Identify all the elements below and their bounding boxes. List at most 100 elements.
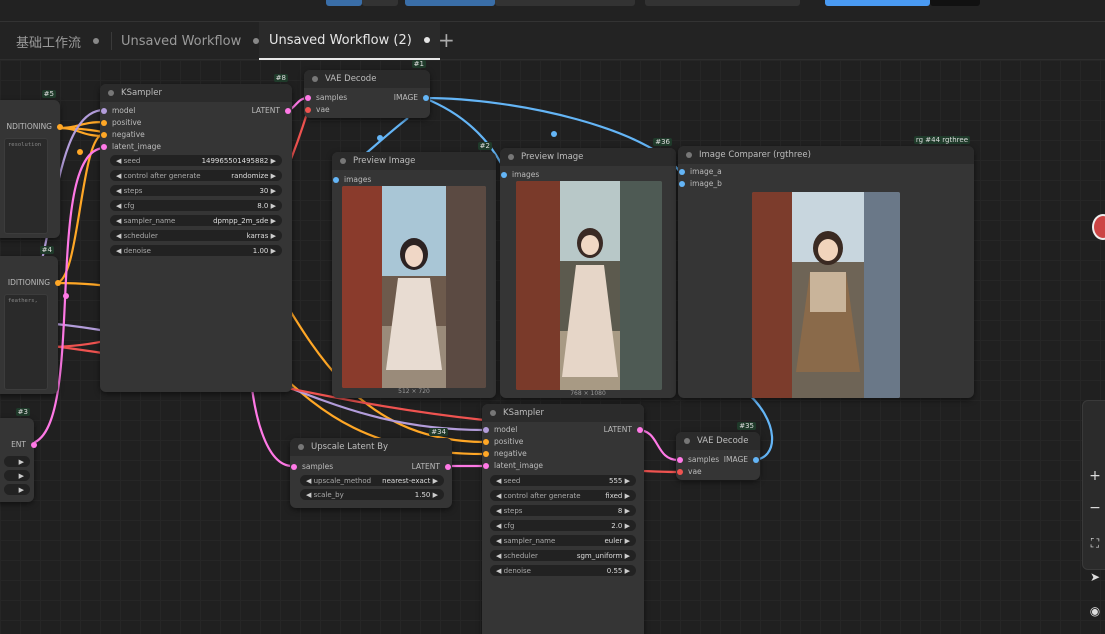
node-title[interactable]: Upscale Latent By	[290, 438, 452, 456]
eye-icon[interactable]: ◉	[1084, 604, 1105, 618]
scale-by-widget[interactable]: ◀ scale_by 1.50 ▶	[300, 489, 444, 500]
scheduler-widget[interactable]: ◀ scheduler karras ▶	[110, 230, 282, 241]
select-arrow-icon[interactable]: ➤	[1084, 570, 1105, 584]
add-tab-icon[interactable]: +	[438, 30, 455, 50]
sampler-name-widget[interactable]: ◀ sampler_name euler ▶	[490, 535, 636, 546]
arrow-right-icon[interactable]: ▶	[271, 202, 276, 210]
node-title[interactable]: KSampler	[100, 84, 292, 102]
node-title[interactable]: Image Comparer (rgthree)	[678, 146, 974, 164]
model-input[interactable]: model	[101, 106, 135, 116]
arrow-right-icon[interactable]: ▶	[271, 247, 276, 255]
samples-input[interactable]: samples	[291, 462, 333, 472]
comparer-image[interactable]	[752, 192, 900, 398]
tab-unsaved-workflow-2[interactable]: Unsaved Workflow (2)	[259, 22, 440, 60]
preview-image-node-2[interactable]: #2 Preview Image images 512 × 720	[332, 142, 496, 398]
arrow-left-icon[interactable]: ◀	[116, 157, 121, 165]
menu-segment[interactable]	[326, 0, 362, 6]
samples-input[interactable]: samples	[305, 93, 347, 103]
node-title[interactable]: Preview Image	[500, 148, 676, 166]
seed-widget[interactable]: ◀ seed 555 ▶	[490, 475, 636, 486]
arrow-right-icon[interactable]: ▶	[271, 172, 276, 180]
arrow-left-icon[interactable]: ◀	[496, 507, 501, 515]
ksampler-node-8[interactable]: #8 KSampler model positive negative late…	[100, 74, 292, 392]
arrow-left-icon[interactable]: ◀	[496, 477, 501, 485]
arrow-left-icon[interactable]: ◀	[116, 232, 121, 240]
clip-text-encode-node-5[interactable]: #5 NDITIONING resolution	[0, 90, 63, 238]
tab-close-dot-icon[interactable]	[423, 37, 430, 43]
node-title[interactable]: KSampler	[482, 404, 644, 422]
arrow-left-icon[interactable]: ◀	[116, 247, 121, 255]
minus-icon[interactable]: −	[1084, 500, 1105, 516]
upscale-latent-by-node-34[interactable]: #34 Upscale Latent By samples LATENT ◀ u…	[290, 428, 452, 508]
steps-widget[interactable]: ◀ steps 30 ▶	[110, 185, 282, 196]
prompt-textarea[interactable]: feathers,	[4, 294, 48, 390]
menu-segment[interactable]	[645, 0, 800, 6]
arrow-right-icon[interactable]: ▶	[433, 491, 438, 499]
conditioning-output[interactable]: IDITIONING	[8, 278, 61, 288]
cfg-widget[interactable]: ◀ cfg 2.0 ▶	[490, 520, 636, 531]
model-input[interactable]: model	[483, 425, 517, 435]
collapse-dot-icon[interactable]	[684, 438, 690, 444]
preview-image-node-36[interactable]: #36 Preview Image images 768 × 1080	[500, 138, 676, 398]
vae-input[interactable]: vae	[305, 105, 330, 115]
plus-icon[interactable]: +	[1084, 468, 1105, 484]
latent-output[interactable]: LATENT	[412, 462, 451, 472]
arrow-left-icon[interactable]: ◀	[496, 537, 501, 545]
arrow-right-icon[interactable]: ▶	[625, 492, 630, 500]
arrow-left-icon[interactable]: ◀	[306, 491, 311, 499]
fit-view-icon[interactable]: ⛶	[1084, 536, 1105, 551]
negative-input[interactable]: negative	[101, 130, 145, 140]
tab-basic-workflow[interactable]: 基础工作流	[6, 22, 109, 60]
prompt-textarea[interactable]: resolution	[4, 138, 48, 234]
latent-image-input[interactable]: latent_image	[101, 142, 161, 152]
image-output[interactable]: IMAGE	[394, 93, 429, 103]
conditioning-output[interactable]: NDITIONING	[6, 122, 63, 132]
arrow-left-icon[interactable]: ◀	[496, 567, 501, 575]
menu-segment[interactable]	[495, 0, 635, 6]
arrow-right-icon[interactable]: ▶	[271, 187, 276, 195]
collapse-dot-icon[interactable]	[108, 90, 114, 96]
cfg-widget[interactable]: ◀ cfg 8.0 ▶	[110, 200, 282, 211]
denoise-widget[interactable]: ◀ denoise 1.00 ▶	[110, 245, 282, 256]
ksampler-node-2nd[interactable]: KSampler model positive negative latent_…	[482, 404, 644, 634]
images-input[interactable]: images	[333, 175, 371, 185]
positive-input[interactable]: positive	[101, 118, 141, 128]
seed-widget[interactable]: ◀ seed 149965501495882 ▶	[110, 155, 282, 166]
collapse-dot-icon[interactable]	[312, 76, 318, 82]
tab-close-dot-icon[interactable]	[93, 38, 100, 44]
arrow-right-icon[interactable]: ▶	[625, 477, 630, 485]
latent-image-input[interactable]: latent_image	[483, 461, 543, 471]
image-comparer-node-44[interactable]: rg #44 rgthree Image Comparer (rgthree) …	[678, 136, 974, 398]
empty-latent-node-3[interactable]: #3 ENT ▶ ▶ ▶	[0, 408, 37, 502]
collapse-dot-icon[interactable]	[298, 444, 304, 450]
arrow-left-icon[interactable]: ◀	[306, 477, 311, 485]
arrow-left-icon[interactable]: ◀	[116, 187, 121, 195]
arrow-right-icon[interactable]: ▶	[625, 552, 630, 560]
image-output[interactable]: IMAGE	[724, 455, 759, 465]
collapse-dot-icon[interactable]	[508, 154, 514, 160]
arrow-right-icon[interactable]: ▶	[433, 477, 438, 485]
arrow-right-icon[interactable]: ▶	[625, 567, 630, 575]
arrow-left-icon[interactable]: ◀	[116, 202, 121, 210]
arrow-left-icon[interactable]: ◀	[116, 217, 121, 225]
samples-input[interactable]: samples	[677, 455, 719, 465]
control-after-generate-widget[interactable]: ◀ control after generate fixed ▶	[490, 490, 636, 501]
vae-decode-node-1[interactable]: #1 VAE Decode samples vae IMAGE	[304, 60, 430, 118]
arrow-left-icon[interactable]: ◀	[496, 552, 501, 560]
menu-segment[interactable]	[405, 0, 495, 6]
control-after-generate-widget[interactable]: ◀ control after generate randomize ▶	[110, 170, 282, 181]
vae-input[interactable]: vae	[677, 467, 702, 477]
collapse-dot-icon[interactable]	[686, 152, 692, 158]
tab-unsaved-workflow[interactable]: Unsaved Workflow	[111, 22, 269, 60]
upscale-method-widget[interactable]: ◀ upscale_method nearest-exact ▶	[300, 475, 444, 486]
image-a-input[interactable]: image_a	[679, 167, 722, 177]
arrow-left-icon[interactable]: ◀	[496, 522, 501, 530]
images-input[interactable]: images	[501, 170, 539, 180]
arrow-right-icon[interactable]: ▶	[625, 522, 630, 530]
scheduler-widget[interactable]: ◀ scheduler sgm_uniform ▶	[490, 550, 636, 561]
arrow-right-icon[interactable]: ▶	[19, 486, 24, 494]
arrow-right-icon[interactable]: ▶	[271, 232, 276, 240]
widget-arrow[interactable]: ▶	[4, 456, 30, 467]
widget-arrow[interactable]: ▶	[4, 470, 30, 481]
node-title[interactable]: Preview Image	[332, 152, 496, 170]
